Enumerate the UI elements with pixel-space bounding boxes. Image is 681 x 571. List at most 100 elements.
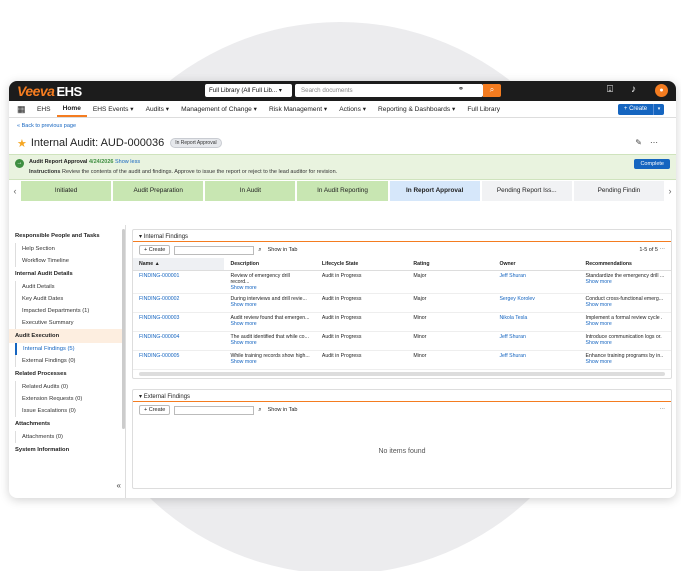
column-header-recommendations[interactable]: Recommendations	[579, 258, 671, 271]
top-bar: Veeva EHS Full Library (All Full Lib... ▾…	[9, 81, 676, 101]
nav-reporting[interactable]: Reporting & Dashboards ▾	[372, 101, 461, 117]
search-icon[interactable]: ⌕	[258, 407, 261, 414]
column-header-description[interactable]: Description	[224, 258, 316, 271]
show-more-link[interactable]: Show more	[586, 359, 665, 365]
show-more-link[interactable]: Show more	[230, 321, 309, 327]
finding-link[interactable]: FINDING-000005	[133, 350, 225, 370]
sidebar-item[interactable]: Workflow Timeline	[16, 255, 125, 267]
search-input[interactable]: Search documents	[295, 84, 483, 97]
sidebar-item[interactable]: Audit Details	[16, 281, 125, 293]
nav-management-of-change[interactable]: Management of Change ▾	[175, 101, 263, 117]
panel-title[interactable]: External Findings	[133, 390, 671, 402]
nav-actions[interactable]: Actions ▾	[333, 101, 372, 117]
stage-in-report-approval: In Report Approval	[389, 181, 480, 201]
show-more-link[interactable]: Show more	[230, 302, 309, 308]
show-more-link[interactable]: Show more	[586, 321, 665, 327]
sidebar-section[interactable]: Related Processes	[9, 367, 125, 381]
create-finding-button[interactable]: + Create	[139, 405, 171, 415]
create-finding-button[interactable]: + Create	[139, 245, 171, 255]
inbox-icon[interactable]: ⍗	[607, 84, 613, 95]
binoculars-icon[interactable]: ⚭	[458, 85, 464, 93]
show-more-link[interactable]: Show more	[586, 302, 665, 308]
nav-ehs[interactable]: EHS	[31, 101, 57, 117]
sidebar-item[interactable]: External Findings (0)	[16, 355, 125, 367]
app-grid-icon[interactable]: ▦	[17, 101, 27, 117]
show-more-link[interactable]: Show more	[586, 340, 665, 346]
horizontal-scrollbar[interactable]	[139, 372, 665, 376]
collapse-sidebar-icon[interactable]: «	[117, 481, 121, 490]
show-more-link[interactable]: Show more	[230, 285, 309, 291]
bell-icon[interactable]: ♪	[631, 84, 636, 95]
column-header-rating[interactable]: Rating	[407, 258, 494, 271]
nav-full-library[interactable]: Full Library	[461, 101, 506, 117]
table-row[interactable]: FINDING-000001 Review of emergency drill…	[133, 270, 671, 294]
chevron-right-icon[interactable]: ›	[663, 181, 676, 201]
create-button[interactable]: + Create ▾	[618, 104, 664, 115]
show-more-link[interactable]: Show more	[230, 340, 309, 346]
finding-link[interactable]: FINDING-000002	[133, 293, 225, 313]
sidebar-item[interactable]: Impacted Departments (1)	[16, 305, 125, 317]
complete-button[interactable]: Complete	[634, 159, 670, 169]
sidebar-item[interactable]: Issue Escalations (0)	[16, 405, 125, 417]
finding-link[interactable]: FINDING-000001	[133, 270, 225, 294]
sidebar-item[interactable]: Key Audit Dates	[16, 293, 125, 305]
owner-link[interactable]: Jeff Shuran	[493, 350, 580, 370]
chevron-left-icon[interactable]: ‹	[9, 181, 21, 201]
back-link[interactable]: « Back to previous page	[9, 118, 676, 132]
owner-link[interactable]: Jeff Shuran	[493, 331, 580, 351]
sidebar-section[interactable]: System Information	[9, 443, 125, 457]
veeva-ehs-logo[interactable]: Veeva EHS	[17, 83, 82, 99]
nav-audits[interactable]: Audits ▾	[140, 101, 175, 117]
nav-ehs-events[interactable]: EHS Events ▾	[87, 101, 140, 117]
sidebar-section[interactable]: Attachments	[9, 417, 125, 431]
library-select[interactable]: Full Library (All Full Lib... ▾	[205, 84, 292, 97]
table-row[interactable]: FINDING-000003 Audit review found that e…	[133, 312, 671, 332]
sidebar-item-internal-findings[interactable]: Internal Findings (5)	[15, 343, 125, 355]
sidebar-section[interactable]: Internal Audit Details	[9, 267, 125, 281]
column-header-name[interactable]: Name ▲	[133, 258, 225, 271]
show-in-tab-link[interactable]: Show in Tab	[268, 407, 298, 413]
more-actions-icon[interactable]: ⋯	[650, 138, 666, 147]
sidebar: Responsible People and Tasks Help Sectio…	[9, 225, 126, 498]
search-button[interactable]: ⌕	[483, 84, 501, 97]
finding-link[interactable]: FINDING-000003	[133, 312, 225, 332]
search-icon[interactable]: ⌕	[258, 247, 261, 254]
chevron-down-icon[interactable]: ▾	[654, 104, 664, 115]
sidebar-scrollbar[interactable]	[122, 229, 125, 429]
rating-cell: Minor	[407, 350, 494, 370]
sidebar-item[interactable]: Related Audits (0)	[16, 381, 125, 393]
show-less-link[interactable]: Show less	[115, 159, 140, 165]
nav-risk-management[interactable]: Risk Management ▾	[263, 101, 333, 117]
column-header-owner[interactable]: Owner	[493, 258, 580, 271]
sidebar-item[interactable]: Attachments (0)	[16, 431, 125, 443]
edit-pencil-icon[interactable]: ✎	[635, 138, 650, 147]
description-cell: Review of emergency drill record...	[230, 273, 290, 285]
table-row[interactable]: FINDING-000002 During interviews and dri…	[133, 293, 671, 313]
table-row[interactable]: FINDING-000005 While training records sh…	[133, 350, 671, 370]
show-more-link[interactable]: Show more	[586, 279, 665, 285]
stage-pending-findings: Pending Findin	[573, 181, 664, 201]
owner-link[interactable]: Nikola Tesla	[493, 312, 580, 332]
table-row[interactable]: FINDING-000004 The audit identified that…	[133, 331, 671, 351]
sidebar-item[interactable]: Executive Summary	[16, 317, 125, 329]
show-more-link[interactable]: Show more	[230, 359, 309, 365]
external-findings-panel: External Findings + Create ⌕ Show in Tab…	[132, 389, 672, 489]
filter-input[interactable]	[174, 245, 255, 255]
show-in-tab-link[interactable]: Show in Tab	[268, 247, 298, 253]
more-options-icon[interactable]: ⋯	[660, 407, 666, 413]
filter-input[interactable]	[174, 405, 255, 415]
nav-home[interactable]: Home	[56, 101, 87, 117]
sidebar-section[interactable]: Audit Execution	[9, 329, 125, 343]
column-header-lifecycle[interactable]: Lifecycle State	[315, 258, 408, 271]
sidebar-item[interactable]: Extension Requests (0)	[16, 393, 125, 405]
finding-link[interactable]: FINDING-000004	[133, 331, 225, 351]
panel-title[interactable]: Internal Findings	[133, 230, 671, 242]
rating-cell: Major	[407, 270, 494, 294]
avatar[interactable]: ●	[655, 84, 668, 97]
favorite-star-icon[interactable]: ★	[17, 137, 27, 150]
sidebar-section[interactable]: Responsible People and Tasks	[9, 229, 125, 243]
owner-link[interactable]: Sergey Korolev	[493, 293, 580, 313]
sidebar-item[interactable]: Help Section	[16, 243, 125, 255]
owner-link[interactable]: Jeff Shuran	[493, 270, 580, 294]
more-options-icon[interactable]: ⋯	[660, 247, 666, 253]
